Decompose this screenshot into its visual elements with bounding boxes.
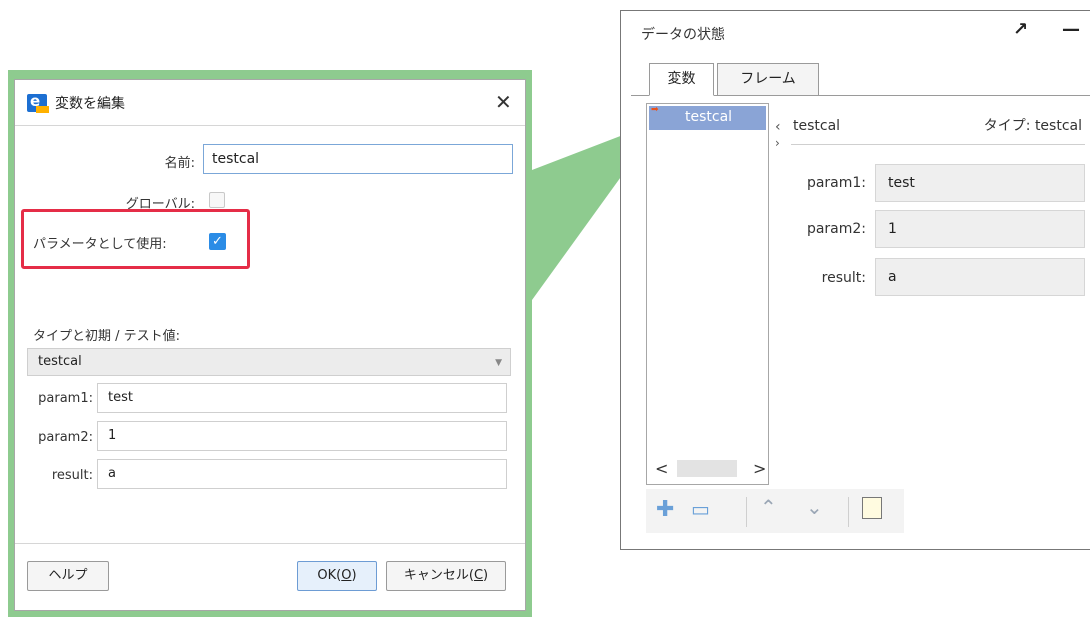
callout-highlight-box (21, 209, 250, 269)
variable-list: ➡ testcal < > (646, 103, 769, 485)
minimize-icon[interactable]: — (1062, 19, 1080, 40)
toolbar-divider (746, 497, 747, 527)
type-section-label: タイプと初期 / テスト値: (33, 329, 181, 344)
chevron-up-icon[interactable]: ⌃ (760, 495, 777, 519)
chevron-down-icon: ▼ (495, 358, 502, 368)
detail-variable-name: testcal (793, 118, 841, 134)
param2-label: param2: (38, 430, 93, 445)
chevron-right-icon[interactable]: > (753, 459, 766, 478)
type-select[interactable]: testcal ▼ (27, 348, 511, 376)
parameter-marker-icon: ➡ (651, 105, 659, 115)
help-button[interactable]: ヘルプ (27, 561, 109, 591)
variable-toolbar: ✚ ▭ ⌃ ⌄ (646, 489, 904, 533)
type-select-value: testcal (38, 354, 82, 369)
footer-divider (15, 543, 525, 544)
chevron-down-icon[interactable]: ⌄ (806, 495, 823, 519)
expand-icon[interactable]: ↗ (1013, 19, 1028, 40)
dialog-titlebar: e 変数を編集 ✕ (15, 80, 525, 126)
detail-divider (791, 144, 1085, 145)
app-icon: e (27, 92, 49, 113)
dialog-title: 変数を編集 (55, 96, 125, 112)
detail-variable-type: タイプ: testcal (983, 118, 1082, 134)
edit-variable-dialog: e 変数を編集 ✕ 名前: testcal グローバル: パラメータとして使用:… (14, 79, 526, 611)
expand-chevron-icon[interactable]: › (775, 136, 780, 150)
param1-label: param1: (38, 391, 93, 406)
collapse-chevron-icon[interactable]: ‹ (775, 119, 781, 135)
tab-frames[interactable]: フレーム (717, 63, 819, 96)
minus-icon[interactable]: ▭ (691, 497, 710, 521)
chevron-left-icon[interactable]: < (655, 459, 668, 478)
global-checkbox[interactable] (209, 192, 225, 208)
ok-button[interactable]: OK(O) (297, 561, 377, 591)
result-input[interactable]: a (97, 459, 507, 489)
detail-param2-value: 1 (875, 210, 1085, 248)
edit-icon[interactable] (862, 497, 882, 519)
detail-param2-label: param2: (806, 221, 866, 237)
detail-param1-value: test (875, 164, 1085, 202)
cancel-button[interactable]: キャンセル(C) (386, 561, 506, 591)
param2-input[interactable]: 1 (97, 421, 507, 451)
toolbar-divider (848, 497, 849, 527)
name-label: 名前: (164, 156, 195, 171)
data-state-panel: データの状態 ↗ — 変数 フレーム ➡ testcal < > ‹ › tes… (620, 10, 1090, 550)
name-input[interactable]: testcal (203, 144, 513, 174)
plus-icon[interactable]: ✚ (656, 497, 674, 522)
param1-input[interactable]: test (97, 383, 507, 413)
detail-param1-label: param1: (806, 175, 866, 191)
result-label: result: (51, 468, 93, 483)
scrollbar-thumb[interactable] (677, 460, 737, 477)
horizontal-scrollbar[interactable]: < > (649, 457, 766, 481)
tab-variables[interactable]: 変数 (649, 63, 714, 96)
list-item-label: testcal (685, 109, 733, 125)
detail-result-value: a (875, 258, 1085, 296)
close-icon[interactable]: ✕ (495, 90, 512, 114)
panel-title: データの状態 (641, 27, 725, 43)
detail-result-label: result: (821, 270, 866, 286)
list-item[interactable]: ➡ testcal (649, 105, 766, 130)
